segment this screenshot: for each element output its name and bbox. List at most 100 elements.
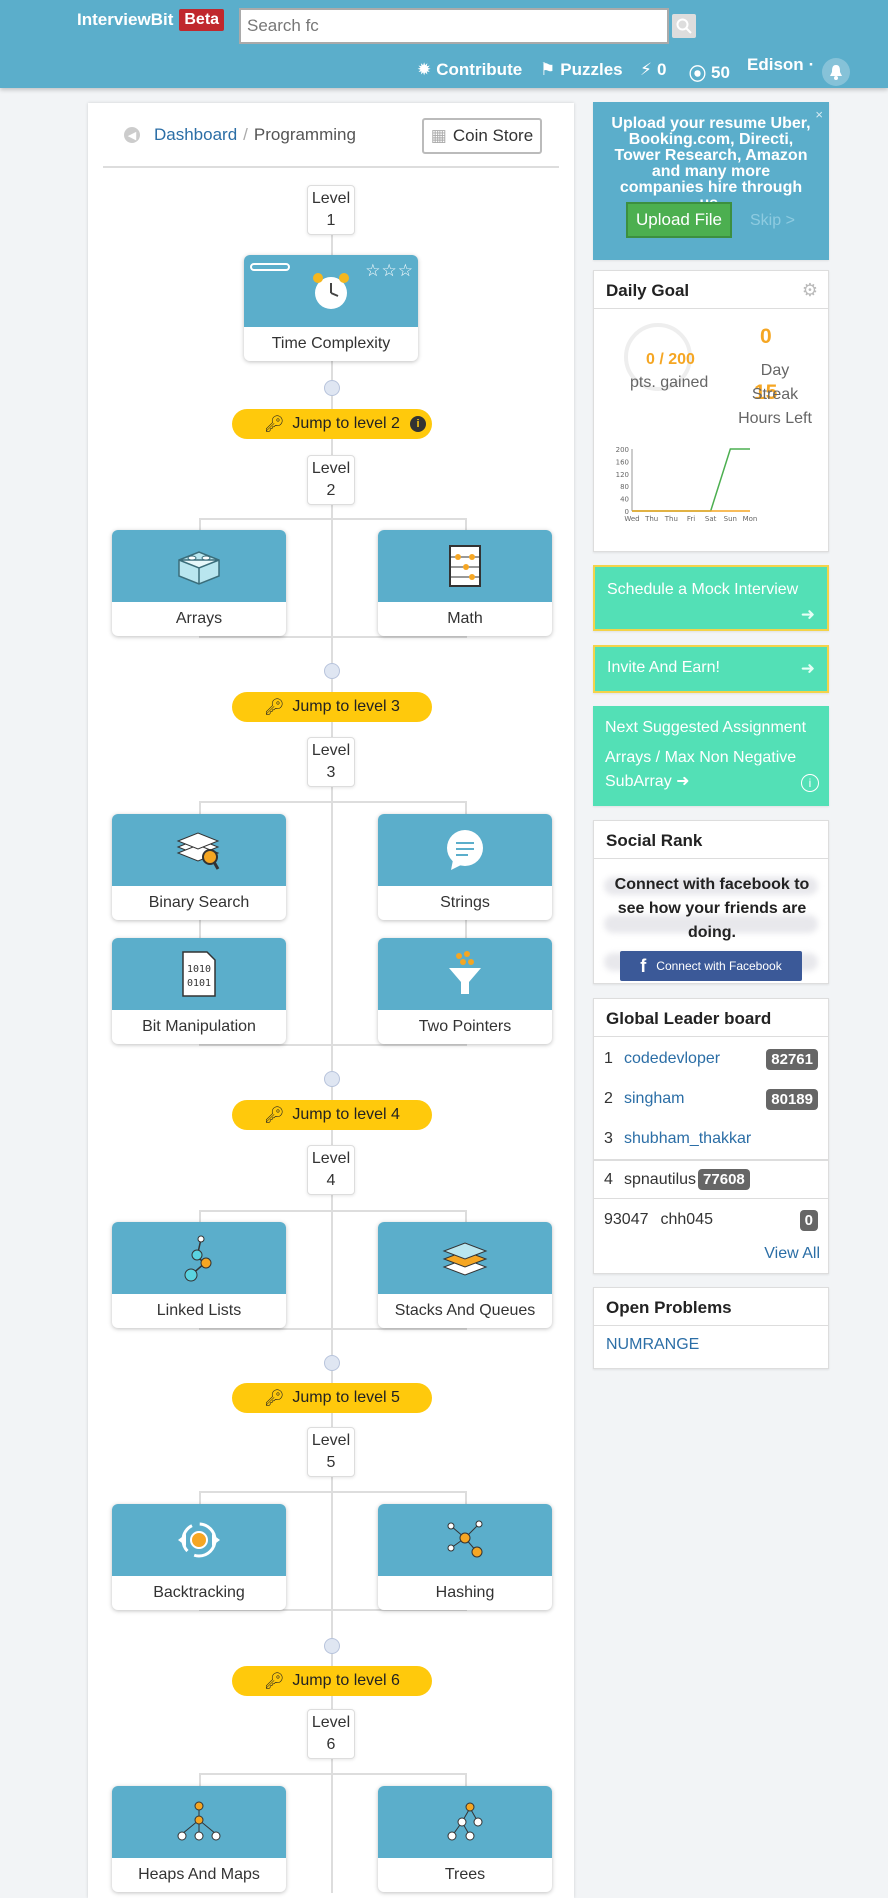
lock-icon — [324, 1355, 340, 1371]
breadcrumb-current: Programming — [253, 125, 356, 144]
logo[interactable]: InterviewBit Beta — [77, 9, 225, 31]
coin-counter[interactable]: ⦿ 50 — [689, 60, 730, 85]
flag-icon: ⚑ — [540, 60, 556, 79]
view-all-link[interactable]: View All — [764, 1245, 820, 1263]
chat-bubble-icon — [447, 830, 483, 870]
user-menu[interactable]: Edison · — [747, 55, 814, 75]
points-label: pts. gained — [630, 374, 709, 391]
bolt-counter[interactable]: ⚡ 0 — [640, 60, 666, 80]
abacus-icon — [449, 545, 481, 587]
stars-rating: ☆☆☆ — [365, 261, 414, 280]
progress-pill — [250, 263, 290, 271]
contribute-link[interactable]: ✹ Contribute — [417, 60, 522, 80]
leaderboard-user-link[interactable]: singham — [624, 1090, 684, 1108]
jump-to-level-4-button[interactable]: 🔑︎ Jump to level 4 — [232, 1100, 432, 1130]
level-badge-4: Level 4 — [307, 1145, 355, 1195]
topic-card-hashing[interactable]: Hashing — [378, 1504, 552, 1610]
search-input[interactable] — [239, 8, 669, 44]
score-badge: 77608 — [698, 1169, 750, 1190]
search-button[interactable] — [672, 14, 696, 38]
cycle-arrows-icon — [178, 1522, 220, 1558]
coin-store-button[interactable]: ▦ Coin Store — [422, 118, 542, 154]
topic-card-math[interactable]: Math — [378, 530, 552, 636]
level-badge-1: Level 1 — [307, 185, 355, 235]
streak-value: 0 — [760, 325, 772, 348]
y-tick-label: 200 — [616, 446, 629, 454]
lock-icon — [324, 663, 340, 679]
upload-resume-card: × Upload your resume Uber, Booking.com, … — [593, 102, 829, 260]
topic-card-trees[interactable]: Trees — [378, 1786, 552, 1892]
puzzles-link[interactable]: ⚑ Puzzles — [540, 60, 623, 80]
schedule-mock-interview-button[interactable]: Schedule a Mock Interview ➜ — [593, 565, 829, 631]
jump-to-level-5-button[interactable]: 🔑︎ Jump to level 5 — [232, 1383, 432, 1413]
arrow-right-icon: ➜ — [676, 773, 690, 790]
upload-file-button[interactable]: Upload File — [626, 202, 732, 238]
topic-card-two-pointers[interactable]: Two Pointers — [378, 938, 552, 1044]
open-problem-link[interactable]: NUMRANGE — [594, 1326, 828, 1364]
leaderboard-row: 1 codedevloper 82761 — [594, 1039, 828, 1079]
topic-card-bit-manipulation[interactable]: 1010 0101 Bit Manipulation — [112, 938, 286, 1044]
breadcrumb-dashboard[interactable]: Dashboard — [154, 125, 237, 145]
my-leaderboard-row: 93047 chh045 0 — [594, 1200, 828, 1240]
level-badge-5: Level 5 — [307, 1427, 355, 1477]
topic-card-binary-search[interactable]: Binary Search — [112, 814, 286, 920]
key-icon: 🔑︎ — [264, 1673, 285, 1690]
connect-facebook-button[interactable]: f Connect with Facebook — [620, 951, 802, 981]
x-tick-label: Wed — [624, 515, 639, 523]
leaderboard-user-link[interactable]: codedevloper — [624, 1050, 720, 1068]
info-icon[interactable]: i — [410, 416, 426, 432]
x-tick-label: Mon — [743, 515, 758, 523]
open-problems-title: Open Problems — [594, 1288, 828, 1326]
global-leaderboard-card: Global Leader board 1 codedevloper 82761… — [593, 998, 829, 1274]
topic-card-arrays[interactable]: Arrays — [112, 530, 286, 636]
topic-card-time-complexity[interactable]: ☆☆☆ Time Complexity — [244, 255, 418, 361]
upload-resume-text: Upload your resume Uber, Booking.com, Di… — [611, 115, 811, 212]
leaderboard-row: 4 spnautilus 77608 — [594, 1159, 828, 1199]
connector — [199, 636, 465, 638]
daily-points-chart: 20016012080400Wed Thu Thu Fri Sat Sun Mon — [616, 446, 758, 523]
leaderboard-user-link[interactable]: shubham_thakkar — [624, 1130, 751, 1148]
gear-icon: ✹ — [417, 60, 432, 79]
topic-card-stacks-queues[interactable]: Stacks And Queues — [378, 1222, 552, 1328]
key-icon: 🔑︎ — [264, 699, 285, 716]
next-assignment-card[interactable]: Next Suggested Assignment Arrays / Max N… — [593, 706, 829, 806]
series-line-0 — [632, 448, 750, 512]
back-icon[interactable]: ◀ — [124, 127, 140, 143]
connector — [199, 1773, 465, 1775]
beta-badge: Beta — [179, 9, 225, 31]
leaderboard-title: Global Leader board — [594, 999, 828, 1037]
daily-goal-card: Daily Goal ⚙ 0 / 200 pts. gained 0 15 Da… — [593, 270, 829, 552]
invite-and-earn-button[interactable]: Invite And Earn! ➜ — [593, 645, 829, 693]
close-icon[interactable]: × — [815, 107, 823, 122]
top-header: InterviewBit Beta ✹ Contribute ⚑ Puzzles… — [0, 0, 888, 88]
social-rank-title: Social Rank — [594, 821, 828, 859]
leaderboard-row: 2 singham 80189 — [594, 1079, 828, 1119]
topic-card-backtracking[interactable]: Backtracking — [112, 1504, 286, 1610]
x-tick-label: Thu — [664, 515, 678, 523]
jump-to-level-6-button[interactable]: 🔑︎ Jump to level 6 — [232, 1666, 432, 1696]
tree-icon — [447, 1802, 483, 1841]
topic-card-heaps-maps[interactable]: Heaps And Maps — [112, 1786, 286, 1892]
info-icon[interactable]: i — [801, 774, 819, 792]
skip-link[interactable]: Skip > — [750, 212, 795, 230]
social-connect-message: Connect with facebook to see how your fr… — [614, 876, 810, 941]
lock-icon — [324, 380, 340, 396]
connector — [199, 1210, 465, 1212]
arrow-right-icon: ➜ — [800, 659, 815, 678]
bell-icon — [830, 65, 842, 80]
funnel-icon — [449, 951, 481, 994]
notification-button[interactable] — [822, 58, 850, 86]
points-value: 0 / 200 — [646, 351, 695, 368]
jump-to-level-2-button[interactable]: 🔑︎ Jump to level 2 i — [232, 409, 432, 439]
leaderboard-user: spnautilus — [624, 1170, 697, 1188]
search-icon — [676, 18, 692, 34]
jump-to-level-3-button[interactable]: 🔑︎ Jump to level 3 — [232, 692, 432, 722]
social-rank-card: Social Rank Connect with facebook to see… — [593, 820, 829, 984]
topic-card-linked-lists[interactable]: Linked Lists — [112, 1222, 286, 1328]
x-tick-label: Sat — [705, 515, 717, 523]
topic-card-strings[interactable]: Strings — [378, 814, 552, 920]
next-assignment-link[interactable]: Arrays / Max Non Negative SubArray ➜ — [605, 746, 817, 794]
settings-gear-icon[interactable]: ⚙ — [802, 280, 818, 301]
open-problems-card: Open Problems NUMRANGE — [593, 1287, 829, 1369]
connector — [199, 518, 465, 520]
